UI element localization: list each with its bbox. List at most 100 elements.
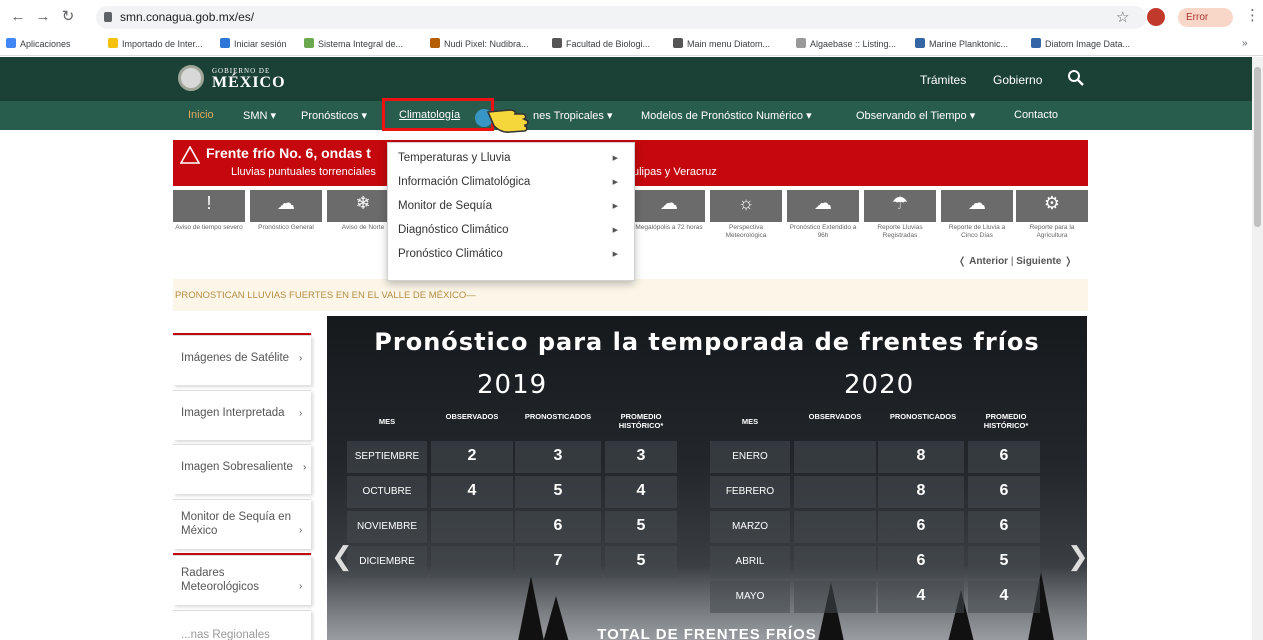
- th-pronosticados-left: PRONOSTICADOS: [524, 412, 592, 421]
- service-agricultura[interactable]: ⚙ Reporte para la Agricultura: [1016, 190, 1088, 250]
- sidebar-item-interpretada[interactable]: Imagen Interpretada ›: [173, 390, 311, 440]
- th-observados-right: OBSERVADOS: [808, 412, 862, 421]
- cloud-rain-icon: ☁: [814, 193, 832, 213]
- reload-icon[interactable]: ↻: [58, 7, 78, 27]
- service-label: Reporte para la Agricultura: [1029, 224, 1075, 239]
- menu-pronosticos[interactable]: Pronósticos ▾: [301, 109, 367, 122]
- service-perspectiva[interactable]: ☼ Perspectiva Meteorológica: [710, 190, 782, 250]
- browser-menu-icon[interactable]: ⋮: [1245, 6, 1260, 24]
- bookmark-star-icon[interactable]: ☆: [1116, 8, 1129, 26]
- news-ticker[interactable]: PRONOSTICAN LLUVIAS FUERTES EN EN EL VAL…: [173, 279, 1088, 311]
- service-aviso-severo[interactable]: ! Aviso de tiempo severo: [173, 190, 245, 250]
- dropdown-item-diagnostico[interactable]: Diagnóstico Climático ▶: [398, 224, 628, 236]
- menu-modelos[interactable]: Modelos de Pronóstico Numérico ▾: [641, 109, 812, 122]
- bookmark-item[interactable]: Main menu Diatom...: [673, 38, 770, 49]
- menu-ciclones[interactable]: nes Tropicales ▾: [533, 109, 613, 122]
- dropdown-item-temperaturas[interactable]: Temperaturas y Lluvia ▶: [398, 152, 628, 164]
- back-arrow-icon[interactable]: ←: [8, 7, 28, 27]
- service-megalopolis[interactable]: ☁ Megalópolis a 72 horas: [633, 190, 705, 250]
- bookmark-item[interactable]: Iniciar sesión: [220, 38, 287, 49]
- profile-error-pill[interactable]: Error: [1178, 8, 1233, 27]
- menu-smn[interactable]: SMN ▾: [243, 109, 276, 122]
- sidebar-item-label: ...nas Regionales: [181, 629, 270, 640]
- service-pronostico-general[interactable]: ☁ Pronóstico General: [250, 190, 322, 250]
- bookmark-item[interactable]: Importado de Inter...: [108, 38, 203, 49]
- year-right: 2020: [844, 370, 915, 400]
- sidebar-item-label-2: México: [181, 525, 218, 537]
- th-pronosticados-right: PRONOSTICADOS: [889, 412, 957, 421]
- menu-observando[interactable]: Observando el Tiempo ▾: [856, 109, 975, 122]
- sidebar-item-regionales[interactable]: ...nas Regionales: [173, 610, 311, 640]
- table-cell-pron: 5: [553, 482, 563, 499]
- table-cell-obs: 2: [467, 447, 477, 464]
- gov-header: GOBIERNO DE MÉXICO Trámites Gobierno: [0, 57, 1252, 101]
- hero-title: Pronóstico para la temporada de frentes …: [374, 328, 1040, 356]
- bookmark-item[interactable]: Diatom Image Data...: [1031, 38, 1130, 49]
- service-lluvias-registradas[interactable]: ☂ Reporte Lluvias Registradas: [864, 190, 936, 250]
- dropdown-item-pronostico[interactable]: Pronóstico Climático ▶: [398, 248, 628, 260]
- globe-icon: [673, 38, 683, 48]
- service-tile: ☁: [250, 190, 322, 222]
- extension-icon[interactable]: [1147, 8, 1165, 26]
- service-lluvia-cinco-dias[interactable]: ☁ Reporte de Lluvia a Cinco Días: [941, 190, 1013, 250]
- table-cell-mes: ABRIL: [735, 556, 765, 567]
- dropdown-item-label: Pronóstico Climático: [398, 248, 503, 260]
- table-cell-mes: NOVIEMBRE: [356, 521, 417, 532]
- sidebar-item-label: Monitor de Sequía en: [181, 511, 291, 523]
- forward-arrow-icon[interactable]: →: [33, 7, 53, 27]
- sidebar-item-satelite[interactable]: Imágenes de Satélite ›: [173, 335, 311, 385]
- service-tile: ☁: [787, 190, 859, 222]
- chevron-right-icon: ›: [303, 462, 307, 473]
- sidebar-item-sobresaliente[interactable]: Imagen Sobresaliente ›: [173, 444, 311, 494]
- bookmark-item[interactable]: Algaebase :: Listing...: [796, 38, 896, 49]
- table-cell-prom: 6: [999, 447, 1009, 464]
- hero-slider[interactable]: Pronóstico para la temporada de frentes …: [327, 316, 1087, 640]
- pointing-hand-icon: [475, 109, 529, 133]
- lock-icon: [104, 12, 112, 22]
- bookmark-item[interactable]: Nudi Pixel: Nudibra...: [430, 38, 529, 49]
- browser-toolbar: ← → ↻ smn.conagua.gob.mx/es/ ☆ Error ⋮: [0, 0, 1263, 34]
- gobierno-link[interactable]: Gobierno: [993, 73, 1042, 87]
- sidebar-item-sequia[interactable]: Monitor de Sequía en México ›: [173, 499, 311, 549]
- table-cell-prom: 5: [636, 552, 646, 569]
- pager-next-label: Siguiente: [1016, 256, 1062, 267]
- bookmarks-bar: Aplicaciones Importado de Inter... Inici…: [0, 34, 1263, 56]
- pager-prev[interactable]: ❬ Anterior: [958, 256, 1008, 267]
- tramites-link[interactable]: Trámites: [920, 73, 966, 87]
- dropdown-item-informacion[interactable]: Información Climatológica ▶: [398, 176, 628, 188]
- sidebar-item-radares[interactable]: Radares Meteorológicos ›: [173, 555, 311, 605]
- slider-prev-icon[interactable]: ❮: [331, 541, 353, 572]
- slider-next-icon[interactable]: ❯: [1067, 541, 1087, 572]
- pager-sep: |: [1010, 256, 1014, 267]
- search-icon[interactable]: [1067, 69, 1085, 87]
- carousel-pager: ❬ Anterior | Siguiente ❭: [958, 256, 1072, 267]
- site-icon: [430, 38, 440, 48]
- bookmark-item[interactable]: Sistema Integral de...: [304, 38, 403, 49]
- bookmark-item[interactable]: Facultad de Biologi...: [552, 38, 650, 49]
- more-bookmarks-icon[interactable]: »: [1242, 38, 1248, 49]
- th-promedio-line1: PROMEDIO: [620, 412, 662, 421]
- rain-cloud-icon: ☁: [277, 193, 295, 213]
- table-cell-prom: 3: [636, 447, 646, 464]
- dropdown-item-label: Información Climatológica: [398, 176, 531, 188]
- bookmark-item[interactable]: Aplicaciones: [6, 38, 71, 49]
- scrollbar-thumb[interactable]: [1254, 67, 1261, 227]
- address-bar[interactable]: smn.conagua.gob.mx/es/: [96, 6, 1146, 29]
- url-text[interactable]: smn.conagua.gob.mx/es/: [120, 10, 254, 24]
- service-label: Aviso de tiempo severo: [175, 224, 243, 231]
- menu-contacto[interactable]: Contacto: [1014, 109, 1058, 121]
- bookmark-item[interactable]: Marine Planktonic...: [915, 38, 1008, 49]
- menu-inicio[interactable]: Inicio: [188, 109, 214, 121]
- site-icon: [1031, 38, 1041, 48]
- ticker-text: PRONOSTICAN LLUVIAS FUERTES EN EN EL VAL…: [175, 290, 476, 301]
- th-mes-left: MES: [378, 417, 396, 426]
- dropdown-item-monitor[interactable]: Monitor de Sequía ▶: [398, 200, 628, 212]
- mexico-seal-icon[interactable]: [178, 65, 204, 91]
- sidebar-item-label-2: Meteorológicos: [181, 581, 259, 593]
- caret-right-icon: ▶: [612, 203, 618, 210]
- pager-next[interactable]: Siguiente ❭: [1016, 256, 1072, 267]
- chevron-right-icon: ›: [299, 408, 303, 419]
- page-scrollbar[interactable]: [1252, 57, 1263, 640]
- service-extendido[interactable]: ☁ Pronóstico Extendido a 96h: [787, 190, 859, 250]
- logo-big-text[interactable]: MÉXICO: [212, 74, 286, 92]
